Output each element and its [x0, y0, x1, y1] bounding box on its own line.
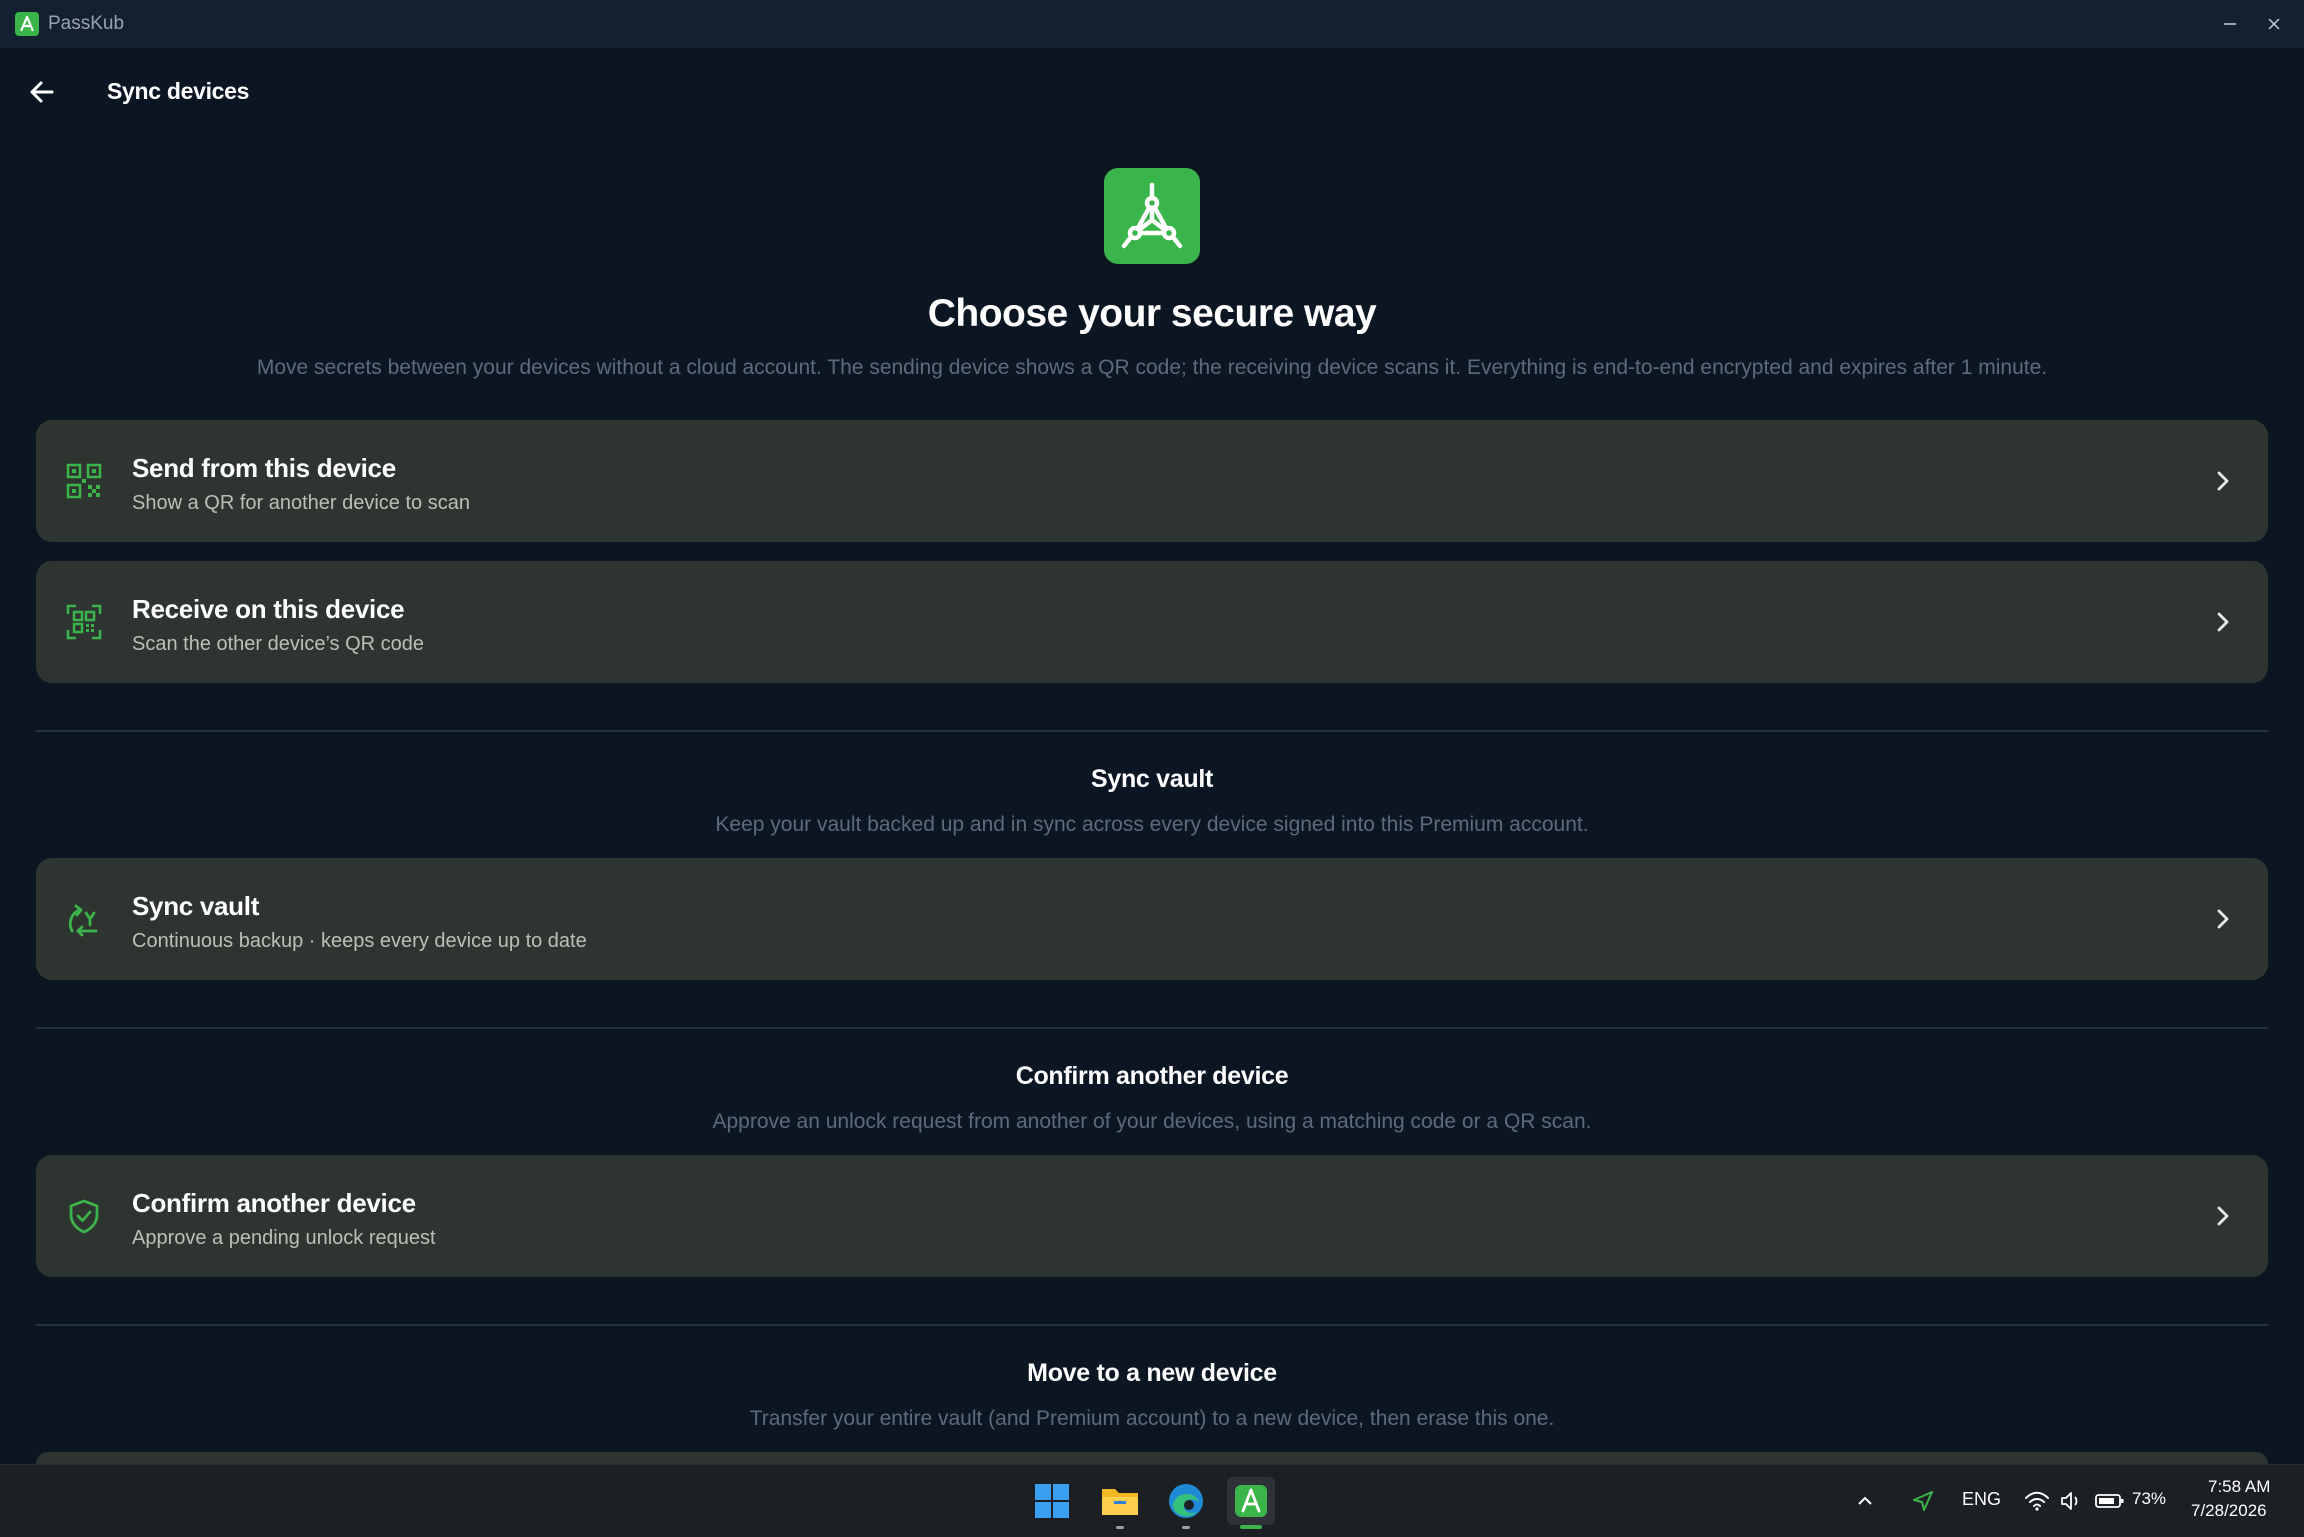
hero-subtitle: Move secrets between your devices withou… [256, 356, 2048, 379]
chevron-right-icon [2208, 466, 2238, 496]
volume-icon[interactable] [2056, 1477, 2086, 1525]
language-indicator[interactable]: ENG [1962, 1489, 2001, 1510]
shield-check-icon [66, 1198, 102, 1234]
chevron-right-icon [2208, 904, 2238, 934]
chevron-right-icon [2208, 1201, 2238, 1231]
receive-on-device-card[interactable]: Receive on this device Scan the other de… [36, 561, 2268, 683]
chevron-right-icon [2208, 607, 2238, 637]
confirm-section-title: Confirm another device [1015, 1062, 1289, 1090]
battery-icon[interactable] [2094, 1477, 2126, 1525]
battery-percentage: 73% [2132, 1489, 2167, 1508]
wifi-icon[interactable] [2022, 1477, 2052, 1525]
back-button[interactable] [22, 72, 62, 112]
card-title: Receive on this device [132, 594, 405, 624]
confirm-section-subtitle: Approve an unlock request from another o… [712, 1110, 1592, 1133]
send-from-device-card[interactable]: Send from this device Show a QR for anot… [36, 420, 2268, 542]
edge-browser-icon[interactable] [1162, 1477, 1210, 1529]
card-title: Confirm another device [132, 1188, 416, 1218]
qr-scan-icon [66, 604, 102, 640]
chevron-up-icon[interactable] [1850, 1477, 1880, 1525]
section-divider [36, 1324, 2268, 1326]
sync-vault-section-subtitle: Keep your vault backed up and in sync ac… [715, 813, 1589, 836]
file-explorer-icon[interactable] [1096, 1477, 1144, 1529]
page-title: Sync devices [107, 78, 250, 104]
arrow-left-icon [30, 81, 54, 103]
sync-vault-card[interactable]: Sync vault Continuous backup · keeps eve… [36, 858, 2268, 980]
taskbar: ENG 73% 7:58 AM 7/28/2026 [0, 1464, 2304, 1537]
windows-start-icon[interactable] [1028, 1477, 1076, 1525]
card-subtitle: Show a QR for another device to scan [132, 492, 470, 514]
app-name: PassKub [48, 13, 125, 34]
move-device-card[interactable] [36, 1452, 2268, 1464]
confirm-device-card[interactable]: Confirm another device Approve a pending… [36, 1155, 2268, 1277]
page-header: Sync devices [0, 48, 2304, 132]
move-section-subtitle: Transfer your entire vault (and Premium … [749, 1407, 1555, 1430]
sync-icon [66, 901, 102, 937]
card-title: Send from this device [132, 453, 396, 483]
qr-code-icon [66, 463, 102, 499]
section-divider [36, 730, 2268, 732]
clock-date[interactable]: 7/28/2026 [2191, 1501, 2267, 1521]
sync-vault-section-title: Sync vault [1090, 765, 1214, 793]
close-button[interactable] [2254, 6, 2294, 42]
window-titlebar: PassKub [0, 0, 2304, 48]
card-subtitle: Approve a pending unlock request [132, 1227, 436, 1249]
minimize-button[interactable] [2210, 6, 2250, 42]
clock-time[interactable]: 7:58 AM [2208, 1477, 2270, 1497]
section-divider [36, 1027, 2268, 1029]
move-section-title: Move to a new device [1027, 1359, 1277, 1387]
card-subtitle: Continuous backup · keeps every device u… [132, 930, 587, 952]
location-arrow-icon[interactable] [1908, 1477, 1938, 1525]
card-title: Sync vault [132, 891, 260, 921]
hero-title: Choose your secure way [927, 292, 1377, 335]
app-logo-icon [15, 12, 39, 36]
card-subtitle: Scan the other device’s QR code [132, 633, 425, 655]
sync-hub-logo-icon [1104, 168, 1200, 264]
passkub-taskbar-icon[interactable] [1227, 1477, 1275, 1529]
